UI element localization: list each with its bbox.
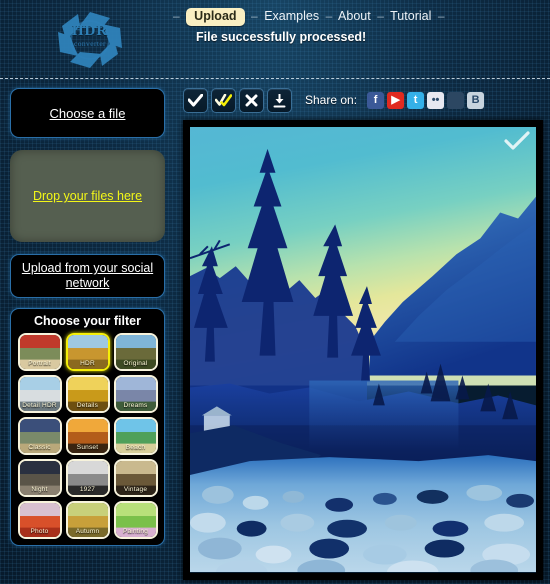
share-flickr-glyph: •• <box>431 94 440 106</box>
aperture-icon <box>58 12 122 68</box>
image-preview-frame[interactable] <box>183 120 543 580</box>
double-check-icon <box>215 94 232 107</box>
share-on-label: Share on: <box>305 93 358 107</box>
dropzone-label: Drop your files here <box>32 189 143 203</box>
filter-thumbnail[interactable]: Original <box>113 333 158 371</box>
nav-item-upload[interactable]: Upload <box>186 7 245 26</box>
filter-grid: Portrait HDR Original Detail HDR Details Drea… <box>11 333 164 539</box>
social-share-row: f ▶ t •• B <box>367 88 487 109</box>
close-x-icon <box>245 94 258 107</box>
overlay-check-icon <box>504 131 530 150</box>
filter-thumbnail[interactable]: Details <box>65 375 110 413</box>
filter-label: Detail HDR <box>22 402 57 409</box>
main-navigation: – Upload – Examples – About – Tutorial – <box>170 6 448 26</box>
filter-thumbnail[interactable]: Sunset <box>65 417 110 455</box>
share-blogger-glyph: B <box>471 94 480 106</box>
filter-thumbnail[interactable]: 1927 <box>65 459 110 497</box>
nav-separator-2: – <box>325 9 333 23</box>
filter-thumbnail[interactable]: Vintage <box>113 459 158 497</box>
filter-label: Beach <box>125 444 146 451</box>
download-button[interactable] <box>267 88 292 113</box>
choose-file-button[interactable]: Choose a file <box>10 88 165 138</box>
filter-label: Photo <box>30 528 49 535</box>
filter-label: Classic <box>28 444 51 451</box>
share-blogger-icon[interactable]: B <box>467 92 485 109</box>
filter-thumbnail[interactable]: Classic <box>17 417 62 455</box>
filter-thumbnail[interactable]: Autumn <box>65 501 110 539</box>
filter-label: Autumn <box>75 528 100 535</box>
nav-separator-4: – <box>437 9 445 23</box>
filter-label: Sunset <box>76 444 99 451</box>
filter-thumbnail[interactable]: Detail HDR <box>17 375 62 413</box>
filter-thumbnail[interactable]: Beach <box>113 417 158 455</box>
share-youtube-icon[interactable]: ▶ <box>387 92 405 109</box>
filter-thumbnail[interactable]: Night <box>17 459 62 497</box>
filter-label: Vintage <box>123 486 148 493</box>
sidebar: Choose a file Drop your files here Uploa… <box>10 88 165 546</box>
filter-thumbnail[interactable]: Painting <box>113 501 158 539</box>
filter-label: Night <box>31 486 48 493</box>
nav-separator-3: – <box>377 9 384 23</box>
filter-panel: Choose your filter Portrait HDR Original De… <box>10 308 165 546</box>
share-twitter-icon[interactable]: t <box>407 92 425 109</box>
check-icon <box>188 94 203 107</box>
upload-from-social-label: Upload from your social network <box>21 261 154 290</box>
share-flickr-icon[interactable]: •• <box>427 92 445 109</box>
share-twitter-glyph: t <box>413 94 418 106</box>
nav-item-tutorial[interactable]: Tutorial <box>390 9 431 23</box>
share-tumblr-icon[interactable] <box>447 92 465 109</box>
share-facebook-glyph: f <box>373 94 378 106</box>
share-facebook-icon[interactable]: f <box>367 92 385 109</box>
landscape-photo <box>190 127 536 573</box>
site-logo[interactable]: HDR converter <box>52 8 128 70</box>
share-youtube-glyph: ▶ <box>391 94 400 106</box>
filter-label: 1927 <box>79 486 96 493</box>
filter-label: Dreams <box>123 402 148 409</box>
filter-thumbnail[interactable]: HDR <box>65 333 110 371</box>
close-button[interactable] <box>239 88 264 113</box>
filter-thumbnail[interactable]: Portrait <box>17 333 62 371</box>
filter-panel-title: Choose your filter <box>34 314 141 328</box>
file-dropzone[interactable]: Drop your files here <box>10 150 165 242</box>
nav-separator-1: – <box>251 9 258 23</box>
filter-label: HDR <box>80 360 95 367</box>
apply-check-button[interactable] <box>183 88 208 113</box>
filter-thumbnail[interactable]: Photo <box>17 501 62 539</box>
nav-item-examples[interactable]: Examples <box>264 9 319 23</box>
apply-all-check-button[interactable] <box>211 88 236 113</box>
choose-file-label: Choose a file <box>49 106 126 121</box>
upload-from-social-button[interactable]: Upload from your social network <box>10 254 165 298</box>
status-message: File successfully processed! <box>196 30 367 44</box>
site-header: HDR converter – Upload – Examples – Abou… <box>0 0 550 78</box>
header-divider <box>0 78 550 79</box>
download-icon <box>273 93 286 107</box>
filter-label: Original <box>123 360 148 367</box>
filter-thumbnail[interactable]: Dreams <box>113 375 158 413</box>
nav-separator-0: – <box>173 9 180 23</box>
image-toolbar: Share on: f ▶ t •• B <box>183 88 543 114</box>
nav-item-about[interactable]: About <box>338 9 371 23</box>
filter-label: Painting <box>122 528 149 535</box>
filter-label: Details <box>76 402 99 409</box>
processed-image[interactable] <box>190 127 536 573</box>
filter-label: Portrait <box>28 360 51 367</box>
